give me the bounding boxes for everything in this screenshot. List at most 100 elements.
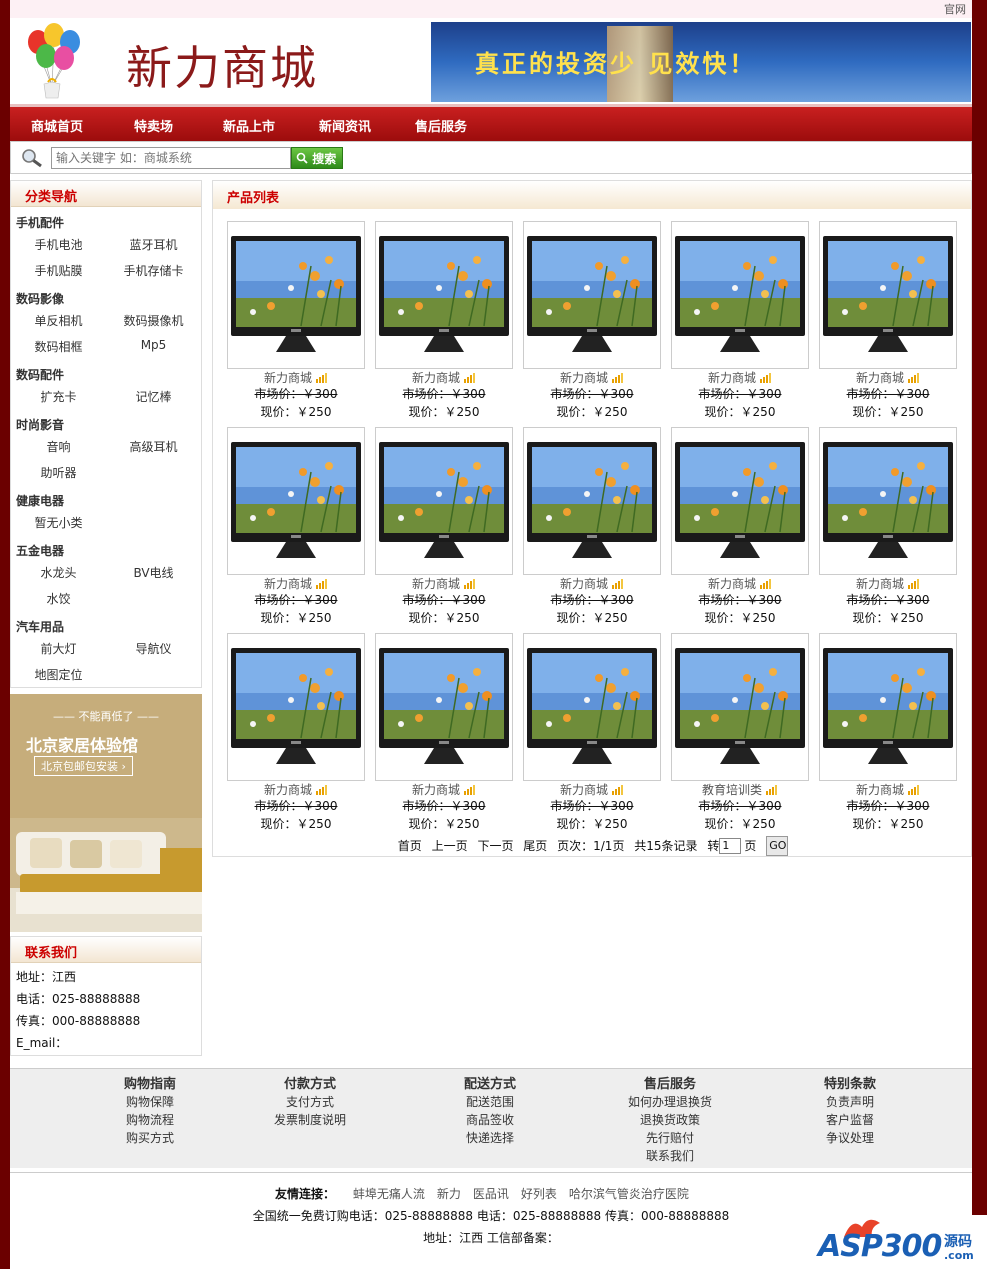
promo-banner[interactable]: —— 不能再低了 —— 北京家居体验馆 北京包邮包安装 › <box>10 694 202 932</box>
product-current-price: 现价：￥250 <box>704 611 776 625</box>
product-name[interactable]: 新力商城 <box>264 371 312 385</box>
footer-link[interactable]: 退换货政策 <box>590 1111 750 1129</box>
category-heading[interactable]: 时尚影音 <box>11 409 201 438</box>
search-input[interactable] <box>51 147 291 169</box>
category-heading[interactable]: 健康电器 <box>11 485 201 514</box>
product-thumbnail[interactable] <box>671 221 809 369</box>
footer-link[interactable]: 负责声明 <box>770 1093 930 1111</box>
rating-bars-icon <box>316 785 327 795</box>
pager-page-input[interactable]: 1 <box>719 838 742 854</box>
footer-link[interactable]: 购物流程 <box>70 1111 230 1129</box>
nav-special-sale[interactable]: 特卖场 <box>134 116 173 135</box>
product-thumbnail[interactable] <box>227 633 365 781</box>
pager-page-label: 页 <box>744 838 757 853</box>
search-button[interactable]: 搜索 <box>291 147 343 169</box>
subcategory-link[interactable]: 手机电池 <box>11 236 106 253</box>
product-thumbnail[interactable] <box>819 427 957 575</box>
product-name[interactable]: 新力商城 <box>264 577 312 591</box>
product-thumbnail[interactable] <box>671 427 809 575</box>
category-heading[interactable]: 手机配件 <box>11 207 201 236</box>
category-heading[interactable]: 数码影像 <box>11 283 201 312</box>
product-name[interactable]: 新力商城 <box>412 371 460 385</box>
pager-first[interactable]: 首页 <box>398 839 422 853</box>
product-name[interactable]: 新力商城 <box>560 371 608 385</box>
subcategory-link[interactable]: 助听器 <box>11 464 106 481</box>
friend-link[interactable]: 新力 <box>437 1187 461 1201</box>
product-thumbnail[interactable] <box>671 633 809 781</box>
product-name[interactable]: 新力商城 <box>856 783 904 797</box>
product-name[interactable]: 新力商城 <box>856 371 904 385</box>
category-heading[interactable]: 汽车用品 <box>11 611 201 640</box>
product-thumbnail[interactable] <box>523 221 661 369</box>
category-heading[interactable]: 数码配件 <box>11 359 201 388</box>
pager-next[interactable]: 下一页 <box>477 839 513 853</box>
subcategory-link[interactable]: 水龙头 <box>11 564 106 581</box>
category-heading[interactable]: 五金电器 <box>11 535 201 564</box>
footer-link[interactable]: 购买方式 <box>70 1129 230 1147</box>
footer-link[interactable]: 购物保障 <box>70 1093 230 1111</box>
nav-after-sales[interactable]: 售后服务 <box>415 116 467 135</box>
product-thumbnail[interactable] <box>227 427 365 575</box>
footer-link[interactable]: 联系我们 <box>590 1147 750 1165</box>
product-thumbnail[interactable] <box>375 221 513 369</box>
friend-link[interactable]: 医品讯 <box>473 1187 509 1201</box>
footer-link[interactable]: 支付方式 <box>230 1093 390 1111</box>
official-site-link[interactable]: 官网 <box>944 1 966 17</box>
rating-bars-icon <box>760 373 771 383</box>
product-name[interactable]: 新力商城 <box>560 783 608 797</box>
product-name[interactable]: 新力商城 <box>264 783 312 797</box>
subcategory-link[interactable]: 数码摄像机 <box>106 312 201 329</box>
footer-link[interactable]: 客户监督 <box>770 1111 930 1129</box>
friend-link[interactable]: 蚌埠无痛人流 <box>353 1187 425 1201</box>
pager-go-button[interactable]: GO <box>766 836 789 856</box>
product-name[interactable]: 新力商城 <box>708 577 756 591</box>
product-thumbnail[interactable] <box>523 427 661 575</box>
nav-news[interactable]: 新闻资讯 <box>319 116 371 135</box>
product-thumbnail[interactable] <box>375 427 513 575</box>
product-image <box>231 236 361 352</box>
footer-link[interactable]: 如何办理退换货 <box>590 1093 750 1111</box>
product-thumbnail[interactable] <box>375 633 513 781</box>
subcategory-link[interactable]: 地图定位 <box>11 666 106 683</box>
subcategory-link[interactable]: 高级耳机 <box>106 438 201 455</box>
subcategory-link[interactable]: 扩充卡 <box>11 388 106 405</box>
subcategory-link[interactable]: 手机贴膜 <box>11 262 106 279</box>
subcategory-link[interactable]: 单反相机 <box>11 312 106 329</box>
subcategory-link[interactable]: 暂无小类 <box>11 514 106 531</box>
pager-prev[interactable]: 上一页 <box>432 839 468 853</box>
subcategory-link[interactable]: 记忆棒 <box>106 388 201 405</box>
footer-link[interactable]: 发票制度说明 <box>230 1111 390 1129</box>
subcategory-link[interactable]: 水饺 <box>11 590 106 607</box>
header-banner[interactable]: 真正的投资少 见效快！ <box>431 22 971 102</box>
friend-link[interactable]: 哈尔滨气管炎治疗医院 <box>569 1187 689 1201</box>
footer-link[interactable]: 商品签收 <box>410 1111 570 1129</box>
product-name[interactable]: 新力商城 <box>560 577 608 591</box>
product-name[interactable]: 新力商城 <box>856 577 904 591</box>
pager-last[interactable]: 尾页 <box>523 839 547 853</box>
footer-link[interactable]: 快递选择 <box>410 1129 570 1147</box>
product-name[interactable]: 新力商城 <box>412 577 460 591</box>
subcategory-link[interactable]: 数码相框 <box>11 338 106 355</box>
product-name[interactable]: 教育培训类 <box>702 783 762 797</box>
nav-new-arrivals[interactable]: 新品上市 <box>223 116 275 135</box>
subcategory-link[interactable]: 音响 <box>11 438 106 455</box>
product-thumbnail[interactable] <box>227 221 365 369</box>
product-card: 新力商城 市场价：￥300 现价：￥250 <box>819 427 957 633</box>
product-name[interactable]: 新力商城 <box>708 371 756 385</box>
nav-home[interactable]: 商城首页 <box>31 116 83 135</box>
product-current-price: 现价：￥250 <box>408 405 480 419</box>
subcategory-link[interactable]: BV电线 <box>106 564 201 581</box>
subcategory-link[interactable]: 前大灯 <box>11 640 106 657</box>
friend-link[interactable]: 好列表 <box>521 1187 557 1201</box>
subcategory-link[interactable]: 手机存储卡 <box>106 262 201 279</box>
footer-link[interactable]: 争议处理 <box>770 1129 930 1147</box>
subcategory-link[interactable]: Mp5 <box>106 338 201 355</box>
product-thumbnail[interactable] <box>819 221 957 369</box>
product-thumbnail[interactable] <box>819 633 957 781</box>
footer-link[interactable]: 配送范围 <box>410 1093 570 1111</box>
product-name[interactable]: 新力商城 <box>412 783 460 797</box>
product-thumbnail[interactable] <box>523 633 661 781</box>
footer-link[interactable]: 先行赔付 <box>590 1129 750 1147</box>
subcategory-link[interactable]: 蓝牙耳机 <box>106 236 201 253</box>
subcategory-link[interactable]: 导航仪 <box>106 640 201 657</box>
